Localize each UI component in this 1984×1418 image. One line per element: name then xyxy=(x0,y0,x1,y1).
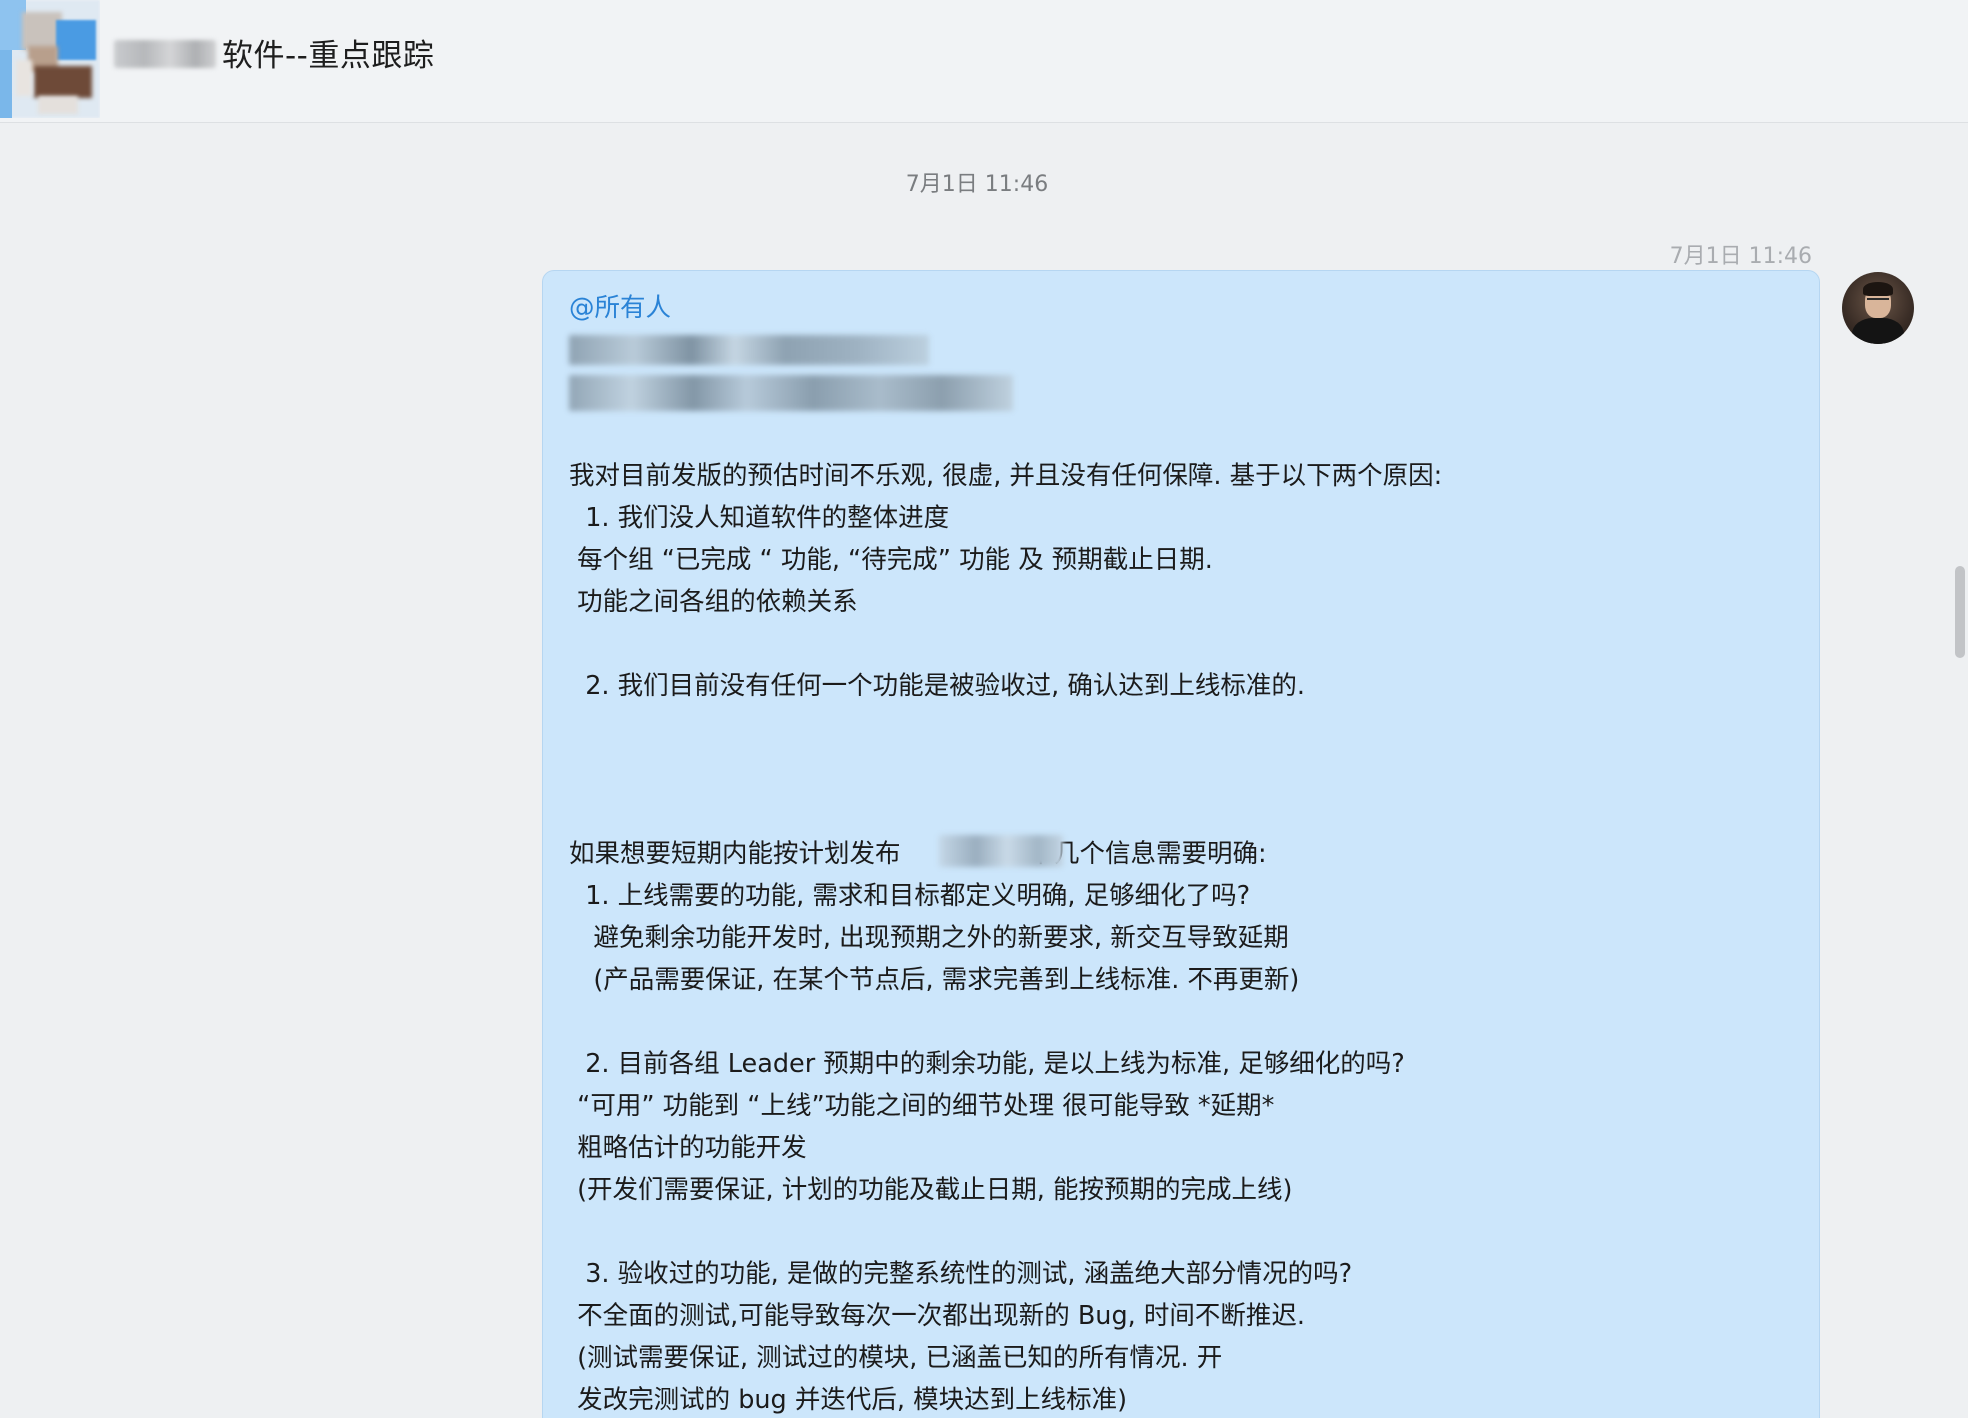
mention[interactable]: @所有人 xyxy=(569,287,1799,329)
redacted-group-name xyxy=(114,40,216,68)
mention-all-link[interactable]: @所有人 xyxy=(569,293,671,323)
message-line: 1. 上线需要的功能, 需求和目标都定义明确, 足够细化了吗? xyxy=(569,881,1251,911)
chat-window: 软件--重点跟踪 7月1日 11:46 7月1日 11:46 @所有人 我对目前… xyxy=(0,0,1984,1418)
message-line: 1. 我们没人知道软件的整体进度 xyxy=(569,503,950,533)
message-line: 2. 我们目前没有任何一个功能是被验收过, 确认达到上线标准的. xyxy=(569,671,1305,701)
scrollbar-track[interactable] xyxy=(1952,122,1968,1418)
message-line: 不全面的测试,可能导致每次一次都出现新的 Bug, 时间不断推迟. xyxy=(569,1301,1305,1331)
release-line-suffix: 下几个信息需要明确: xyxy=(1028,839,1267,869)
message-line xyxy=(569,791,1799,833)
redacted-product-name xyxy=(939,835,1063,867)
message-line: “可用” 功能到 “上线”功能之间的细节处理 很可能导致 *延期* xyxy=(569,1091,1275,1121)
message-line: 功能之间各组的依赖关系 xyxy=(569,587,858,617)
message-line: 粗略估计的功能开发 xyxy=(569,1133,807,1163)
message-line: 每个组 “已完成 “ 功能, “待完成” 功能 及 预期截止日期. xyxy=(569,545,1213,575)
message-line: 避免剩余功能开发时, 出现预期之外的新要求, 新交互导致延期 xyxy=(569,923,1289,953)
message-line: (产品需要保证, 在某个节点后, 需求完善到上线标准. 不再更新) xyxy=(569,965,1300,995)
time-divider: 7月1日 11:46 xyxy=(905,172,1049,197)
message-timestamp: 7月1日 11:46 xyxy=(1669,244,1812,269)
chat-header: 软件--重点跟踪 xyxy=(0,0,1968,123)
message-bubble[interactable]: @所有人 我对目前发版的预估时间不乐观, 很虚, 并且没有任何保障. 基于以下两… xyxy=(542,270,1820,1418)
message-line: (测试需要保证, 测试过的模块, 已涵盖已知的所有情况. 开 xyxy=(569,1343,1223,1373)
message-line xyxy=(569,707,1799,749)
message-line: 发改完测试的 bug 并迭代后, 模块达到上线标准) xyxy=(569,1385,1128,1415)
redacted-text-block xyxy=(569,375,1013,411)
scrollbar-thumb[interactable] xyxy=(1955,566,1965,658)
message-line: 2. 目前各组 Leader 预期中的剩余功能, 是以上线为标准, 足够细化的吗… xyxy=(569,1049,1405,1079)
redacted-text-block xyxy=(569,335,929,365)
message-text: @所有人 我对目前发版的预估时间不乐观, 很虚, 并且没有任何保障. 基于以下两… xyxy=(569,287,1799,1418)
release-line: 如果想要短期内能按计划发布 下几个信息需要明确: xyxy=(569,833,1799,875)
sender-avatar[interactable] xyxy=(1842,272,1914,344)
message-line: 我对目前发版的预估时间不乐观, 很虚, 并且没有任何保障. 基于以下两个原因: xyxy=(569,461,1443,491)
message-line xyxy=(569,749,1799,791)
release-line-prefix: 如果想要短期内能按计划发布 xyxy=(569,839,901,869)
group-title: 软件--重点跟踪 xyxy=(222,38,435,74)
message-line xyxy=(569,1211,1799,1253)
message-line: 3. 验收过的功能, 是做的完整系统性的测试, 涵盖绝大部分情况的吗? xyxy=(569,1259,1353,1289)
group-avatar[interactable] xyxy=(0,0,100,118)
window-edge xyxy=(1968,0,1984,1418)
message-line xyxy=(569,623,1799,665)
message-line: (开发们需要保证, 计划的功能及截止日期, 能按预期的完成上线) xyxy=(569,1175,1293,1205)
message-line xyxy=(569,1001,1799,1043)
